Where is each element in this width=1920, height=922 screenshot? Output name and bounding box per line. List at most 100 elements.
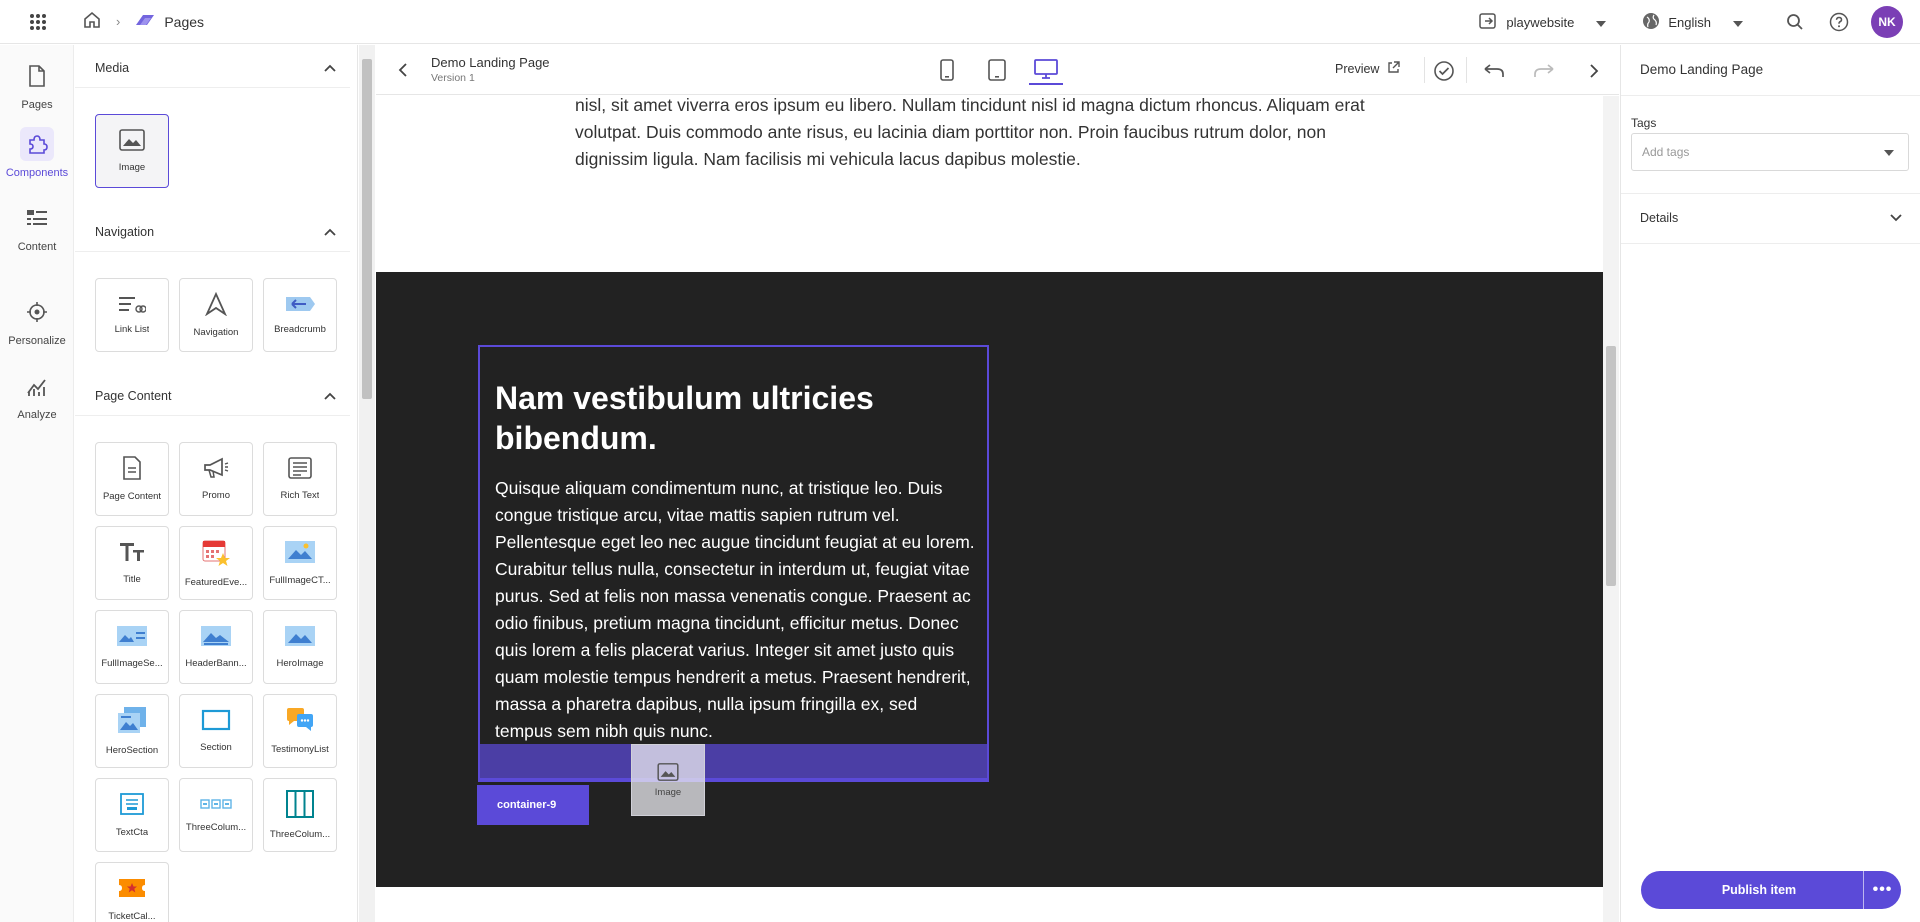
section-header-navigation[interactable]: Navigation [75, 212, 350, 252]
chevron-up-icon [324, 61, 336, 75]
rail-item-content[interactable]: Content [0, 201, 74, 253]
avatar[interactable]: NK [1871, 6, 1903, 38]
language-name: English [1668, 14, 1711, 30]
panel-scrollbar[interactable] [359, 45, 375, 922]
language-selector[interactable]: English [1642, 12, 1743, 33]
tile-breadcrumb[interactable]: Breadcrumb [263, 278, 337, 352]
tile-three-columns-a[interactable]: ThreeColum... [179, 778, 253, 852]
caret-down-icon [1596, 15, 1607, 30]
site-switch-icon [1478, 12, 1498, 33]
divider [1621, 95, 1920, 96]
tags-select[interactable]: Add tags [1631, 133, 1909, 171]
next-section[interactable] [376, 887, 1603, 922]
tile-label: FeaturedEve... [184, 577, 248, 588]
content-list-icon [20, 201, 54, 235]
chat-bubbles-icon [285, 707, 315, 738]
tile-three-columns-b[interactable]: ThreeColum... [263, 778, 337, 852]
tile-label: Section [200, 742, 232, 753]
rail-item-pages[interactable]: Pages [0, 59, 74, 111]
ticket-icon [117, 876, 147, 905]
tile-full-image-section[interactable]: FullImageSe... [95, 610, 169, 684]
properties-title: Demo Landing Page [1640, 62, 1764, 77]
text-section[interactable]: nisl, sit amet viverra eros ipsum eu lib… [376, 96, 1603, 272]
canvas-scroll-thumb[interactable] [1606, 346, 1616, 586]
container-tag[interactable]: container-9 [477, 785, 589, 825]
app-launcher-icon[interactable] [20, 4, 56, 40]
tablet-view-icon[interactable] [980, 55, 1014, 85]
rail-item-label: Personalize [8, 335, 66, 347]
tile-testimony-list[interactable]: TestimonyList [263, 694, 337, 768]
tile-rich-text[interactable]: Rich Text [263, 442, 337, 516]
tile-featured-events[interactable]: FeaturedEve... [179, 526, 253, 600]
intro-paragraph[interactable]: nisl, sit amet viverra eros ipsum eu lib… [575, 96, 1395, 173]
mobile-view-icon[interactable] [930, 55, 964, 85]
tile-promo[interactable]: Promo [179, 442, 253, 516]
tile-title[interactable]: Title [95, 526, 169, 600]
tile-page-content[interactable]: Page Content [95, 442, 169, 516]
desktop-view-icon[interactable] [1029, 55, 1063, 85]
editor-toolbar: Demo Landing Page Version 1 Preview [376, 45, 1619, 95]
page-canvas[interactable]: nisl, sit amet viverra eros ipsum eu lib… [376, 96, 1603, 922]
publish-button-group: Publish item ••• [1641, 871, 1901, 909]
tile-label: HeroImage [276, 658, 324, 669]
hero-image-icon [284, 625, 316, 652]
tile-text-cta[interactable]: TextCta [95, 778, 169, 852]
section-title: Media [95, 60, 130, 75]
rail-item-components[interactable]: Components [0, 127, 74, 179]
back-arrow-icon[interactable] [390, 57, 416, 83]
selected-container[interactable]: Nam vestibulum ultricies bibendum. Quisq… [478, 345, 989, 782]
image-icon [657, 762, 679, 781]
dark-hero-section[interactable]: Nam vestibulum ultricies bibendum. Quisq… [376, 272, 1603, 887]
dragging-image-tile[interactable]: Image [631, 744, 705, 816]
toolbar-divider [1424, 57, 1425, 83]
tile-ticket-calendar[interactable]: TicketCal... [95, 862, 169, 922]
image-banner-icon [284, 540, 316, 569]
tile-label: Page Content [102, 491, 162, 502]
tile-hero-section[interactable]: HeroSection [95, 694, 169, 768]
tile-navigation[interactable]: Navigation [179, 278, 253, 352]
pages-logo-icon [134, 13, 156, 30]
tile-header-banner[interactable]: HeaderBann... [179, 610, 253, 684]
properties-panel: Demo Landing Page Tags Add tags Details … [1620, 45, 1920, 922]
panel-scroll-thumb[interactable] [362, 59, 372, 399]
divider [1621, 193, 1920, 194]
breadcrumb-pages[interactable]: Pages [134, 13, 204, 30]
help-icon[interactable] [1823, 6, 1855, 38]
tile-link-list[interactable]: Link List [95, 278, 169, 352]
details-label: Details [1640, 211, 1679, 225]
undo-icon[interactable] [1480, 57, 1508, 85]
chevron-up-icon [324, 225, 336, 239]
site-selector[interactable]: playwebsite [1478, 12, 1607, 33]
tile-full-image-cta[interactable]: FullImageCT... [263, 526, 337, 600]
rail-item-analyze[interactable]: Analyze [0, 369, 74, 421]
tile-section[interactable]: Section [179, 694, 253, 768]
rich-text-icon [288, 457, 312, 484]
details-accordion[interactable]: Details [1640, 211, 1902, 225]
rail-item-label: Components [5, 167, 69, 179]
three-columns-icon [200, 797, 232, 816]
more-options-button[interactable]: ••• [1863, 871, 1901, 909]
section-header-page-content[interactable]: Page Content [75, 376, 350, 416]
redo-icon[interactable] [1530, 57, 1558, 85]
search-icon[interactable] [1779, 6, 1811, 38]
home-icon[interactable] [82, 10, 102, 33]
section-title: Navigation [95, 224, 155, 239]
check-circle-icon[interactable] [1430, 57, 1458, 85]
rail-item-personalize[interactable]: Personalize [0, 295, 74, 347]
canvas-scrollbar[interactable] [1603, 96, 1619, 922]
components-panel: Media Image Navigation Link List Navigat… [75, 45, 358, 922]
chevron-right-icon[interactable] [1580, 57, 1608, 85]
preview-button[interactable]: Preview [1335, 61, 1401, 77]
publish-item-button[interactable]: Publish item [1641, 883, 1863, 897]
top-bar: › Pages playwebsite English NK [0, 0, 1920, 44]
hero-paragraph[interactable]: Quisque aliquam condimentum nunc, at tri… [495, 475, 975, 745]
tile-label: Breadcrumb [274, 324, 326, 335]
hero-heading[interactable]: Nam vestibulum ultricies bibendum. [495, 378, 965, 458]
tile-label: FullImageSe... [101, 658, 163, 669]
tile-hero-image[interactable]: HeroImage [263, 610, 337, 684]
section-header-media[interactable]: Media [75, 48, 350, 88]
chevron-right-icon: › [116, 14, 121, 29]
analytics-icon [20, 369, 54, 403]
tile-image[interactable]: Image [95, 114, 169, 188]
target-icon [20, 295, 54, 329]
